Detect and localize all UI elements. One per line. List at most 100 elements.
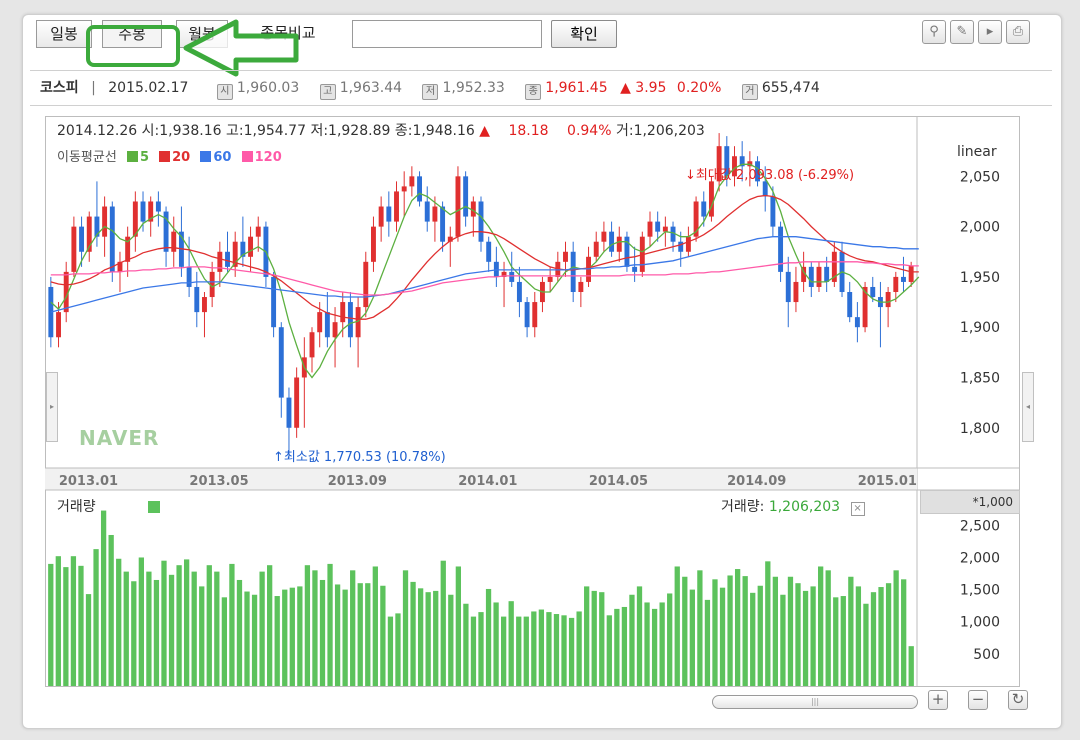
- annotation-arrow: [183, 19, 299, 77]
- readout-arrow: ▲: [479, 123, 491, 139]
- zoom-out-button[interactable]: −: [968, 690, 988, 710]
- ma120-swatch: [241, 151, 253, 162]
- volume-bar: [387, 616, 394, 686]
- volume-bar: [599, 592, 605, 686]
- candle-body: [516, 281, 522, 303]
- volume-bar: [282, 589, 288, 686]
- crosshair-readout: 2014.12.26 시:1,938.16 고:1,954.77 저:1,928…: [57, 120, 705, 140]
- left-collapse-tab[interactable]: ▸: [46, 372, 58, 442]
- close-value: 1,961.45: [545, 80, 608, 96]
- volume-bar: [274, 596, 280, 686]
- candle-body: [225, 251, 230, 267]
- volume-bar: [85, 594, 92, 686]
- ma5-label: 5: [139, 150, 149, 165]
- compare-input[interactable]: [352, 20, 542, 48]
- volume-close-icon[interactable]: ×: [850, 502, 865, 516]
- volume-badge: 거: [741, 84, 758, 100]
- candle-body: [655, 221, 661, 232]
- min-value-label: ↑최소값 1,770.53 (10.78%): [273, 450, 446, 465]
- quote-date: 2015.02.17: [108, 80, 189, 96]
- volume-tick-label: 2,500: [960, 518, 1000, 534]
- change-value: ▲ 3.95: [620, 80, 667, 96]
- readout-change-percent: 0.94%: [567, 123, 612, 139]
- candle-body: [601, 231, 607, 242]
- ma120-label: 120: [254, 150, 282, 165]
- ma60-label: 60: [213, 150, 232, 165]
- volume-tick-label: 2,000: [960, 550, 1000, 566]
- candle-body: [593, 241, 599, 257]
- index-name: 코스피: [40, 80, 79, 96]
- ma5-swatch: [126, 151, 138, 162]
- volume-legend-swatch: [148, 501, 160, 513]
- volume-bar: [123, 571, 129, 686]
- ma-legend-title: 이동평균선: [57, 150, 117, 165]
- candle-body: [632, 266, 638, 272]
- chart-canvas[interactable]: 2,0502,0001,9501,9001,8501,8002013.01 201…: [45, 116, 1020, 691]
- candle-body: [271, 276, 277, 328]
- candle-body: [363, 261, 369, 308]
- confirm-button[interactable]: 확인: [551, 20, 617, 48]
- candle-body: [371, 226, 376, 262]
- volume-bar: [538, 609, 545, 686]
- volume-readout-value: 1,206,203: [768, 499, 841, 515]
- zoom-in-button[interactable]: +: [928, 690, 948, 710]
- volume-bar: [251, 594, 258, 686]
- volume-bar: [629, 594, 635, 686]
- tab-weekly[interactable]: 주봉: [102, 20, 162, 48]
- ma-legend: 이동평균선 5 20 60 120: [57, 146, 282, 165]
- volume-bar: [621, 606, 628, 686]
- volume-bar: [176, 565, 182, 686]
- volume-bar: [161, 560, 167, 686]
- candle-body: [609, 231, 615, 252]
- tab-daily[interactable]: 일봉: [36, 20, 92, 48]
- cursor-icon[interactable]: ▸: [978, 20, 1002, 44]
- volume-bar: [855, 586, 862, 686]
- printer-icon[interactable]: ⎙: [1006, 20, 1030, 44]
- volume-bar: [667, 593, 673, 686]
- readout-low: 저:1,928.89: [310, 123, 391, 139]
- candle-body: [770, 196, 776, 227]
- volume-bar: [312, 570, 318, 686]
- candle-body: [294, 377, 300, 428]
- candle-body: [708, 181, 714, 217]
- volume-bar: [689, 589, 695, 686]
- volume-panel-title: 거래량: [57, 499, 96, 515]
- volume-bar: [870, 592, 877, 686]
- volume-bar: [470, 616, 477, 686]
- volume-bar: [908, 646, 914, 686]
- volume-bar: [704, 599, 711, 686]
- candle-body: [394, 191, 399, 222]
- volume-bar: [395, 613, 401, 686]
- candle-body: [816, 266, 822, 287]
- candle-body: [547, 276, 553, 282]
- x-tick-label: 2014.09: [727, 474, 786, 489]
- volume-bar: [893, 570, 899, 686]
- volume-readout: 거래량: 1,206,203 ×: [721, 496, 865, 516]
- volume-bar: [304, 565, 311, 686]
- pin-icon[interactable]: ⚲: [922, 20, 946, 44]
- candle-body: [194, 286, 200, 313]
- candle-body: [109, 206, 115, 272]
- price-tick-label: 1,950: [960, 270, 1000, 286]
- volume-bar: [319, 579, 326, 686]
- candle-body: [79, 226, 85, 252]
- reset-icon[interactable]: ↻: [1008, 690, 1028, 710]
- candle-body: [401, 186, 407, 192]
- volume-bar: [55, 556, 61, 686]
- candle-body: [417, 176, 423, 202]
- quote-info-bar: 코스피 | 2015.02.17 시 1,960.03 고 1,963.44 저 1,…: [30, 70, 1052, 106]
- right-collapse-tab[interactable]: ◂: [1022, 372, 1034, 442]
- volume-bar: [818, 566, 824, 686]
- chart-scrollbar[interactable]: |||: [712, 695, 918, 709]
- candle-body: [532, 302, 538, 328]
- volume-bar: [48, 563, 54, 686]
- volume-bar: [478, 612, 484, 686]
- pencil-icon[interactable]: ✎: [950, 20, 974, 44]
- candle-body: [432, 206, 438, 222]
- scale-mode-label[interactable]: linear: [957, 144, 997, 160]
- volume-bar: [651, 608, 658, 686]
- volume-bar: [116, 558, 122, 686]
- high-value: 1,963.44: [339, 80, 403, 96]
- candle-body: [171, 231, 177, 252]
- candle-body: [616, 236, 622, 252]
